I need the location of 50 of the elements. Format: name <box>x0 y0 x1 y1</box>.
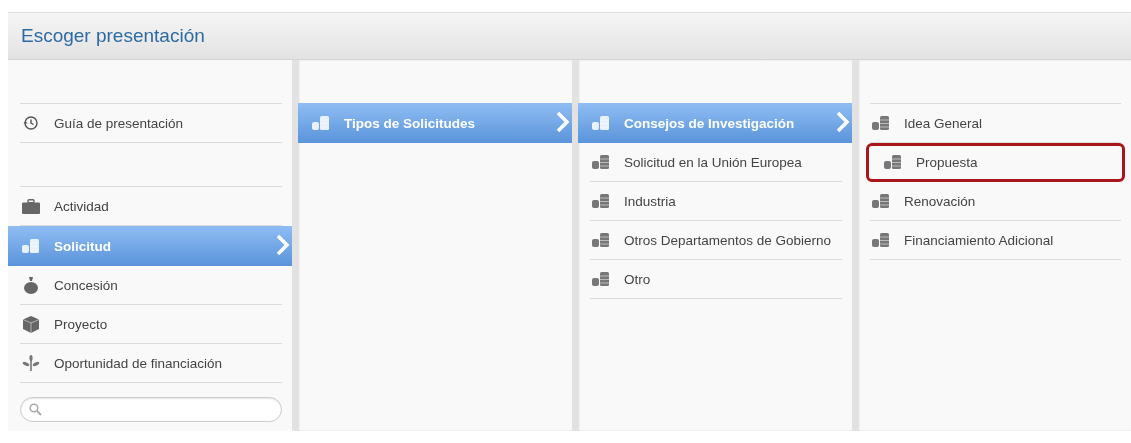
item-label: Renovación <box>904 193 976 209</box>
list-item[interactable]: Propuesta <box>866 143 1125 182</box>
coins-icon <box>592 194 610 208</box>
item-label: Otro <box>624 271 651 287</box>
item-label: Solicitud <box>54 238 111 254</box>
chevron-right-icon <box>276 233 290 256</box>
dialog-title: Escoger presentación <box>21 24 205 48</box>
item-label: Financiamiento Adicional <box>904 232 1054 248</box>
chevron-right-icon <box>556 110 570 133</box>
list-item[interactable]: Idea General <box>870 104 1121 143</box>
list-item[interactable]: Solicitud en la Unión Europea <box>590 143 842 182</box>
list-item[interactable]: Financiamiento Adicional <box>870 221 1121 260</box>
item-label: Tipos de Solicitudes <box>344 115 476 131</box>
coins-icon <box>592 116 610 130</box>
list-item[interactable]: Oportunidad de financiación <box>20 344 282 383</box>
item-label: Consejos de Investigación <box>624 115 795 131</box>
search-field[interactable] <box>20 397 282 422</box>
list-item[interactable]: Proyecto <box>20 305 282 344</box>
item-label: Idea General <box>904 115 983 131</box>
list-item[interactable]: Concesión <box>20 266 282 305</box>
coins-icon <box>312 116 330 130</box>
coins-icon <box>872 233 890 247</box>
cube-icon <box>23 315 39 333</box>
history-icon <box>23 115 39 131</box>
search-icon <box>29 403 42 416</box>
item-label: Solicitud en la Unión Europea <box>624 154 802 170</box>
item-label: Actividad <box>54 198 109 214</box>
item-label: Proyecto <box>54 316 108 332</box>
list-item[interactable]: Otros Departamentos de Gobierno <box>590 221 842 260</box>
item-label: Otros Departamentos de Gobierno <box>624 232 832 248</box>
coins-icon <box>592 155 610 169</box>
item-label: Guía de presentación <box>54 115 184 131</box>
coins-icon <box>592 233 610 247</box>
chevron-right-icon <box>836 110 850 133</box>
money-bag-icon <box>23 276 39 294</box>
item-label: Concesión <box>54 277 118 293</box>
sprout-icon <box>22 355 40 371</box>
item-label: Propuesta <box>916 154 978 170</box>
item-label: Industria <box>624 193 676 209</box>
coins-icon <box>22 239 40 253</box>
list-item[interactable]: Renovación <box>870 182 1121 221</box>
list-item[interactable]: Otro <box>590 260 842 299</box>
coins-icon <box>872 116 890 130</box>
item-label: Oportunidad de financiación <box>54 355 223 371</box>
list-item[interactable]: Industria <box>590 182 842 221</box>
coins-icon <box>872 194 890 208</box>
briefcase-icon <box>22 198 40 214</box>
list-item[interactable]: Guía de presentación <box>20 104 282 143</box>
coins-icon <box>884 155 902 169</box>
coins-icon <box>592 272 610 286</box>
